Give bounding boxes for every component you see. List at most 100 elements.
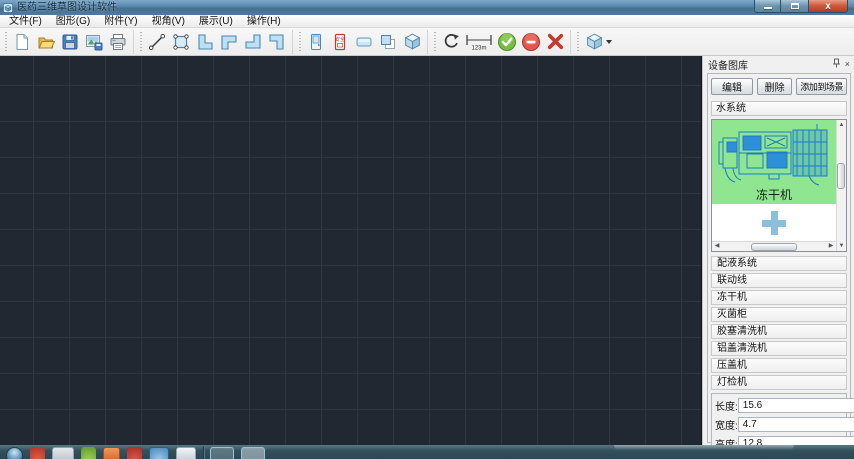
wall-corner-3-button[interactable] — [241, 30, 265, 54]
menu-operation[interactable]: 操作(H) — [240, 15, 288, 28]
wall-corner-2-icon — [220, 33, 238, 51]
menu-view-angle[interactable]: 视角(V) — [145, 15, 192, 28]
thumbnail-list: 冻干机 — [712, 120, 836, 241]
taskbar-app-red2-icon[interactable] — [127, 447, 142, 459]
length-label: 长度: — [715, 398, 738, 413]
toolbar-grip[interactable] — [433, 32, 437, 52]
toolbar-grip[interactable] — [576, 32, 580, 52]
taskbar-app-orange-icon[interactable] — [103, 447, 120, 459]
scroll-right-arrow[interactable]: ▶ — [826, 242, 836, 251]
close-button[interactable]: x — [808, 0, 848, 13]
wall-corner-1-button[interactable] — [193, 30, 217, 54]
application-window: 医药三维草图设计软件 x 文件(F) 图形(G) 附件(Y) 视角(V) 展示(… — [0, 0, 854, 445]
save-button[interactable] — [58, 30, 82, 54]
dropdown-arrow-icon — [606, 40, 612, 44]
add-to-scene-button[interactable]: 添加到场景 — [796, 78, 847, 95]
measure-label: 123m — [471, 45, 486, 51]
safety-sign-button[interactable]: 安全 — [328, 30, 352, 54]
add-thumbnail-slot[interactable] — [712, 204, 836, 241]
hscroll-track[interactable] — [722, 243, 826, 251]
safety-label: 安全 — [335, 35, 346, 43]
vscroll-track[interactable] — [837, 130, 846, 241]
rotate-button[interactable] — [439, 30, 463, 54]
category-list: 配液系统 联动线 冻干机 灭菌柜 胶塞清洗机 铝盖清洗机 压盖机 灯检机 — [711, 256, 847, 392]
wall-corner-4-button[interactable] — [265, 30, 289, 54]
category-inspection-machine[interactable]: 灯检机 — [711, 375, 847, 390]
width-label: 宽度: — [715, 417, 738, 432]
taskbar — [0, 445, 854, 459]
taskbar-app-blue-icon[interactable] — [149, 447, 169, 459]
open-window-button-2[interactable] — [241, 447, 265, 459]
category-liquid-prep[interactable]: 配液系统 — [711, 256, 847, 271]
panel-header: 设备图库 × — [703, 56, 854, 71]
drawing-canvas[interactable] — [0, 56, 702, 445]
taskbar-app-window-icon[interactable] — [52, 447, 74, 459]
image-export-button[interactable] — [82, 30, 106, 54]
wall-corner-4-icon — [268, 33, 286, 51]
select-polygon-button[interactable] — [169, 30, 193, 54]
app-icon — [3, 3, 13, 13]
menu-display[interactable]: 展示(U) — [192, 15, 240, 28]
start-orb-icon[interactable] — [6, 447, 23, 459]
cube-button[interactable] — [400, 30, 424, 54]
open-folder-button[interactable] — [34, 30, 58, 54]
taskbar-app-red-icon[interactable] — [30, 447, 45, 459]
toolbar-separator — [570, 30, 571, 54]
width-input[interactable] — [738, 417, 854, 432]
remove-button[interactable] — [519, 30, 543, 54]
draw-line-button[interactable] — [145, 30, 169, 54]
overlap-shapes-button[interactable] — [376, 30, 400, 54]
view-cube-dropdown-button[interactable] — [582, 30, 614, 54]
taskbar-app-green-icon[interactable] — [81, 447, 96, 459]
door-button[interactable] — [304, 30, 328, 54]
toolbar-grip[interactable] — [4, 32, 8, 52]
hscroll-thumb[interactable] — [751, 243, 797, 251]
panel-close-icon[interactable]: × — [845, 58, 850, 70]
confirm-icon — [497, 32, 517, 52]
toolbar-separator — [292, 30, 293, 54]
panel-plate-button[interactable] — [352, 30, 376, 54]
menu-attachments[interactable]: 附件(Y) — [97, 15, 144, 28]
edit-button[interactable]: 编辑 — [711, 78, 753, 95]
scroll-left-arrow[interactable]: ◀ — [712, 242, 722, 251]
rotate-icon — [442, 32, 461, 51]
pin-icon[interactable] — [832, 58, 841, 71]
panel-body: 编辑 删除 添加到场景 水系统 — [707, 73, 851, 443]
measure-button[interactable]: 123m — [463, 30, 495, 54]
open-window-button-1[interactable] — [210, 447, 234, 459]
minimize-button[interactable] — [754, 0, 781, 13]
wall-corner-2-button[interactable] — [217, 30, 241, 54]
thumbnail-freeze-dryer[interactable]: 冻干机 — [712, 120, 836, 204]
horizontal-scrollbar[interactable]: ◀ ▶ — [712, 241, 836, 251]
scroll-down-arrow[interactable]: ▼ — [837, 241, 846, 251]
toolbar-grip[interactable] — [139, 32, 143, 52]
minimize-icon — [764, 7, 772, 9]
toolbar-separator — [427, 30, 428, 54]
category-linkage-line[interactable]: 联动线 — [711, 273, 847, 288]
category-water-system[interactable]: 水系统 — [711, 101, 847, 116]
menu-graphics[interactable]: 图形(G) — [49, 15, 97, 28]
length-input[interactable] — [738, 398, 854, 413]
vscroll-thumb[interactable] — [837, 163, 845, 189]
maximize-button[interactable] — [781, 0, 808, 13]
category-cap-washer[interactable]: 铝盖清洗机 — [711, 341, 847, 356]
close-icon: x — [825, 1, 831, 12]
new-file-icon — [13, 33, 31, 51]
scroll-up-arrow[interactable]: ▲ — [837, 120, 846, 130]
menu-file[interactable]: 文件(F) — [2, 15, 49, 28]
taskbar-app-light-icon[interactable] — [176, 447, 196, 459]
category-freeze-dryer[interactable]: 冻干机 — [711, 290, 847, 305]
new-file-button[interactable] — [10, 30, 34, 54]
toolbar-grip[interactable] — [298, 32, 302, 52]
category-sterilizer[interactable]: 灭菌柜 — [711, 307, 847, 322]
delete-item-button[interactable]: 删除 — [757, 78, 792, 95]
confirm-button[interactable] — [495, 30, 519, 54]
delete-button[interactable] — [543, 30, 567, 54]
category-stopper-washer[interactable]: 胶塞清洗机 — [711, 324, 847, 339]
vertical-scrollbar[interactable]: ▲ ▼ — [836, 120, 846, 251]
panel-plate-icon — [355, 33, 373, 51]
category-capping-machine[interactable]: 压盖机 — [711, 358, 847, 373]
print-button[interactable] — [106, 30, 130, 54]
image-export-icon — [85, 33, 103, 51]
title-bar[interactable]: 医药三维草图设计软件 x — [0, 0, 854, 15]
